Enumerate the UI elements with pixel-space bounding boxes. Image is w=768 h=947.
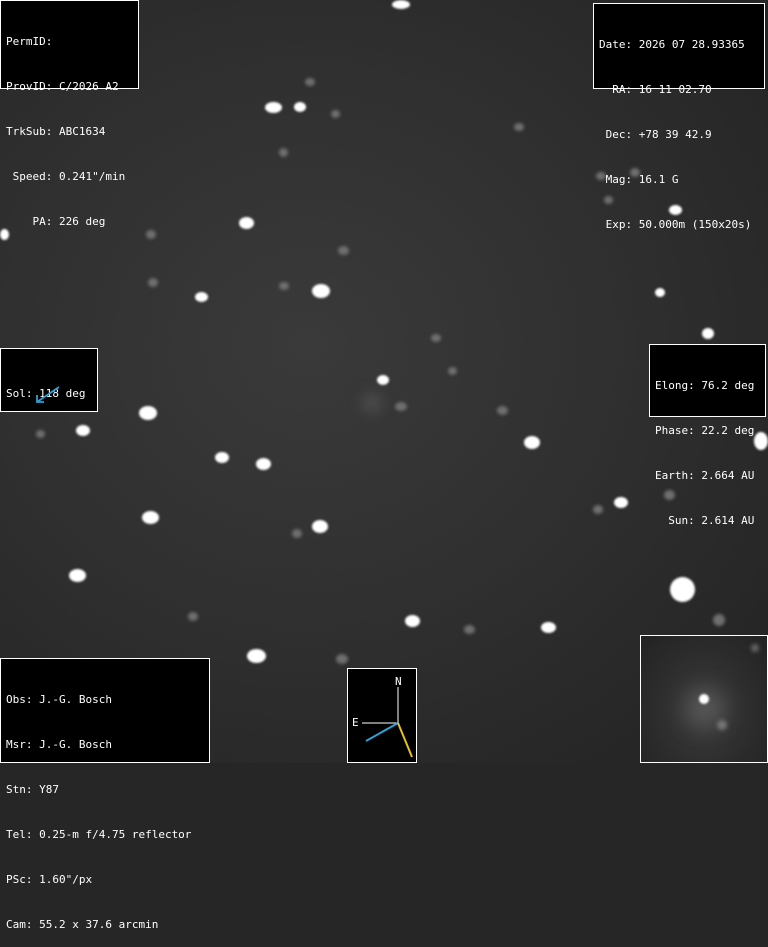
geometry-info-panel: Elong: 76.2 deg Phase: 22.2 deg Earth: 2… [649,344,766,527]
comet-zoom-inset [640,635,768,763]
obs-label: Obs: J.-G. Bosch [6,693,112,706]
faint-star [395,402,407,411]
sun-direction-arrow-icon [36,386,60,403]
star [256,458,271,470]
object-info-panel: PermID: ProvID: C/2026 A2 TrkSub: ABC163… [0,0,139,228]
psc-label: PSc: 1.60"/px [6,873,93,886]
faint-star [148,278,158,287]
faint-star [305,78,315,86]
faint-star [448,367,457,375]
position-info-panel: Date: 2026 07 28.93365 RA: 16 11 02.70 D… [593,3,765,231]
faint-star [336,654,348,664]
star [702,328,714,339]
faint-star [497,406,508,415]
star [69,569,86,582]
faint-star [514,123,524,131]
speed-label: Speed: 0.241"/min [6,170,126,183]
star [312,284,330,298]
star [195,292,208,302]
faint-star [331,110,340,118]
star [312,520,328,533]
faint-star [593,505,603,514]
compass-east-label: E [352,716,359,729]
star [405,615,420,627]
faint-star [751,644,759,652]
star [670,577,695,602]
sun-direction-panel: Sol: 118 deg [0,348,98,412]
provid-label: ProvID: C/2026 A2 [6,80,119,93]
tel-label: Tel: 0.25-m f/4.75 reflector [6,828,192,841]
phase-label: Phase: 22.2 deg [655,424,755,437]
exp-label: Exp: 50.000m (150x20s) [599,218,752,231]
msr-label: Msr: J.-G. Bosch [6,738,112,751]
ra-label: RA: 16 11 02.70 [599,83,712,96]
faint-star [431,334,441,342]
faint-star [188,612,198,621]
faint-star [361,392,383,414]
star [524,436,540,449]
earth-label: Earth: 2.664 AU [655,469,755,482]
star [541,622,556,633]
faint-star [36,430,45,438]
star [614,497,628,508]
pa-label: PA: 226 deg [6,215,106,228]
compass-north-label: N [395,675,402,688]
faint-star [279,148,288,157]
comet-nucleus-zoom [699,694,709,704]
star [265,102,282,113]
compass-rose-icon: N E [352,675,413,758]
elong-label: Elong: 76.2 deg [655,379,755,392]
observer-info-panel: Obs: J.-G. Bosch Msr: J.-G. Bosch Stn: Y… [0,658,210,931]
sun-label: Sun: 2.614 AU [655,514,755,527]
stn-label: Stn: Y87 [6,783,59,796]
faint-star [338,246,349,255]
faint-star [146,230,156,239]
faint-star [464,625,475,634]
faint-star [279,282,289,290]
faint-star [713,614,725,626]
comet-nucleus [377,375,389,385]
trksub-label: TrkSub: ABC1634 [6,125,106,138]
mag-label: Mag: 16.1 G [599,173,679,186]
star [392,0,410,9]
date-label: Date: 2026 07 28.93365 [599,38,745,51]
star [294,102,306,112]
star [215,452,229,463]
star [239,217,254,229]
faint-star [292,529,302,538]
star [142,511,159,524]
cam-label: Cam: 55.2 x 37.6 arcmin [6,918,159,931]
star [247,649,266,663]
star [139,406,157,420]
dec-label: Dec: +78 39 42.9 [599,128,712,141]
compass-panel: N E [347,668,417,763]
faint-star [717,720,727,730]
star [655,288,665,297]
permid-label: PermID: [6,35,53,48]
